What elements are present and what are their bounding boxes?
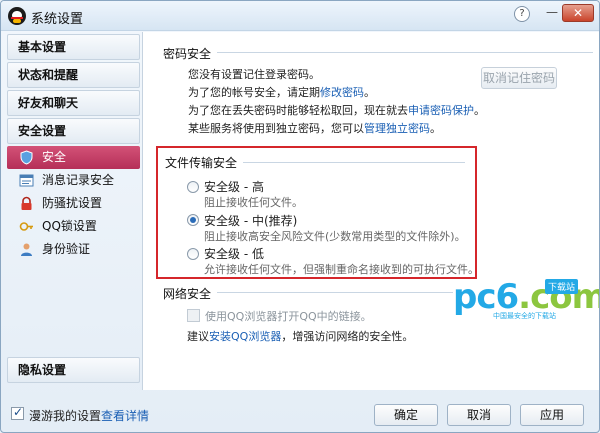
message-record-icon xyxy=(19,174,34,187)
password-protection-line: 为了您在丢失密码时能够轻松取回，现在就去申请密码保护。 xyxy=(188,102,485,118)
install-browser-suggestion: 建议安装QQ浏览器，增强访问网络的安全性。 xyxy=(187,328,413,344)
sidebar-category-status[interactable]: 状态和提醒 xyxy=(7,62,140,88)
independent-password-line: 某些服务将使用到独立密码，您可以管理独立密码。 xyxy=(188,120,441,136)
sidebar-item-label: 消息记录安全 xyxy=(42,173,115,187)
security-level-medium-label[interactable]: 安全级 - 中(推荐) xyxy=(204,212,297,229)
cancel-button[interactable]: 取消 xyxy=(447,404,511,426)
sidebar-item-label: QQ锁设置 xyxy=(42,219,97,233)
window-title: 系统设置 xyxy=(31,12,84,27)
sidebar-item-anti-harassment[interactable]: 防骚扰设置 xyxy=(7,192,140,215)
settings-content: 密码安全 您没有设置记住登录密码。 为了您的帐号安全，请定期修改密码。 为了您在… xyxy=(142,32,599,390)
change-password-link[interactable]: 修改密码 xyxy=(320,86,364,99)
password-status-text: 您没有设置记住登录密码。 xyxy=(188,68,320,81)
view-details-link[interactable]: 查看详情 xyxy=(101,407,149,424)
punctuation: 。 xyxy=(430,122,441,135)
sidebar-item-message-record[interactable]: 消息记录安全 xyxy=(7,169,140,192)
section-divider xyxy=(163,52,593,53)
security-level-high-radio[interactable] xyxy=(187,181,199,193)
qq-browser-checkbox[interactable] xyxy=(187,309,200,322)
security-level-low-radio[interactable] xyxy=(187,248,199,260)
watermark-badge: 下载站 xyxy=(545,279,579,294)
suggestion-suffix: ，增强访问网络的安全性。 xyxy=(281,330,414,343)
security-level-medium-radio[interactable] xyxy=(187,214,199,226)
password-protection-prefix: 为了您在丢失密码时能够轻松取回，现在就去 xyxy=(188,104,408,117)
sidebar-item-security[interactable]: 安全 xyxy=(7,146,140,169)
network-section-title: 网络安全 xyxy=(163,285,218,302)
lock-icon xyxy=(21,196,32,210)
security-level-medium-desc: 阻止接收高安全风险文件(少数常用类型的文件除外)。 xyxy=(204,230,466,243)
security-level-high-label[interactable]: 安全级 - 高 xyxy=(204,178,264,195)
punctuation: 。 xyxy=(474,104,485,117)
shield-icon xyxy=(20,150,33,165)
qq-penguin-icon xyxy=(8,7,26,25)
suggestion-prefix: 建议 xyxy=(187,330,209,343)
independent-password-prefix: 某些服务将使用到独立密码，您可以 xyxy=(188,122,364,135)
watermark-tagline: 中国最安全的下载站 xyxy=(493,312,556,320)
punctuation: 。 xyxy=(364,86,375,99)
sidebar-item-label: 防骚扰设置 xyxy=(42,196,103,210)
sidebar-item-label: 安全 xyxy=(42,150,67,164)
install-qq-browser-link[interactable]: 安装QQ浏览器 xyxy=(209,330,281,343)
qq-lock-icon xyxy=(19,222,33,231)
title-bar[interactable]: 系统设置 ? — ✕ xyxy=(1,1,599,31)
minimize-button[interactable]: — xyxy=(541,4,563,22)
security-level-low-label[interactable]: 安全级 - 低 xyxy=(204,245,264,262)
sidebar-category-basic[interactable]: 基本设置 xyxy=(7,34,140,60)
sidebar-category-privacy[interactable]: 隐私设置 xyxy=(7,357,140,383)
change-password-prefix: 为了您的帐号安全，请定期 xyxy=(188,86,320,99)
change-password-line: 为了您的帐号安全，请定期修改密码。 xyxy=(188,84,375,100)
roam-settings-checkbox[interactable] xyxy=(11,405,24,420)
settings-sidebar: 基本设置 状态和提醒 好友和聊天 安全设置 安全 消息记录安全 防骚扰设置 QQ… xyxy=(7,32,140,390)
sidebar-item-label: 身份验证 xyxy=(42,242,91,256)
sidebar-category-friends-chat[interactable]: 好友和聊天 xyxy=(7,90,140,116)
cancel-remember-password-button[interactable]: 取消记住密码 xyxy=(481,67,557,89)
sidebar-item-qq-lock[interactable]: QQ锁设置 xyxy=(7,215,140,238)
apply-button[interactable]: 应用 xyxy=(520,404,584,426)
roam-settings-label[interactable]: 漫游我的设置 xyxy=(29,407,101,424)
pc6-watermark: pc6.com 下载站 中国最安全的下载站 xyxy=(453,277,599,323)
settings-window: 系统设置 ? — ✕ 基本设置 状态和提醒 好友和聊天 安全设置 安全 消息记录… xyxy=(0,0,600,433)
bottom-bar: 漫游我的设置 查看详情 确定 取消 应用 xyxy=(1,392,599,432)
security-level-low-desc: 允许接收任何文件，但强制重命名接收到的可执行文件。 xyxy=(204,263,479,276)
help-icon[interactable]: ? xyxy=(514,6,530,22)
sidebar-item-identity-verification[interactable]: 身份验证 xyxy=(7,238,140,261)
apply-password-protection-link[interactable]: 申请密码保护 xyxy=(408,104,474,117)
qq-browser-checkbox-label: 使用QQ浏览器打开QQ中的链接。 xyxy=(205,310,372,323)
ok-button[interactable]: 确定 xyxy=(374,404,438,426)
manage-independent-password-link[interactable]: 管理独立密码 xyxy=(364,122,430,135)
password-section-title: 密码安全 xyxy=(163,45,218,62)
person-icon xyxy=(21,243,32,256)
close-button[interactable]: ✕ xyxy=(562,4,594,22)
sidebar-category-security[interactable]: 安全设置 xyxy=(7,118,140,144)
file-transfer-section-title: 文件传输安全 xyxy=(165,154,244,171)
security-level-high-desc: 阻止接收任何文件。 xyxy=(204,196,303,209)
